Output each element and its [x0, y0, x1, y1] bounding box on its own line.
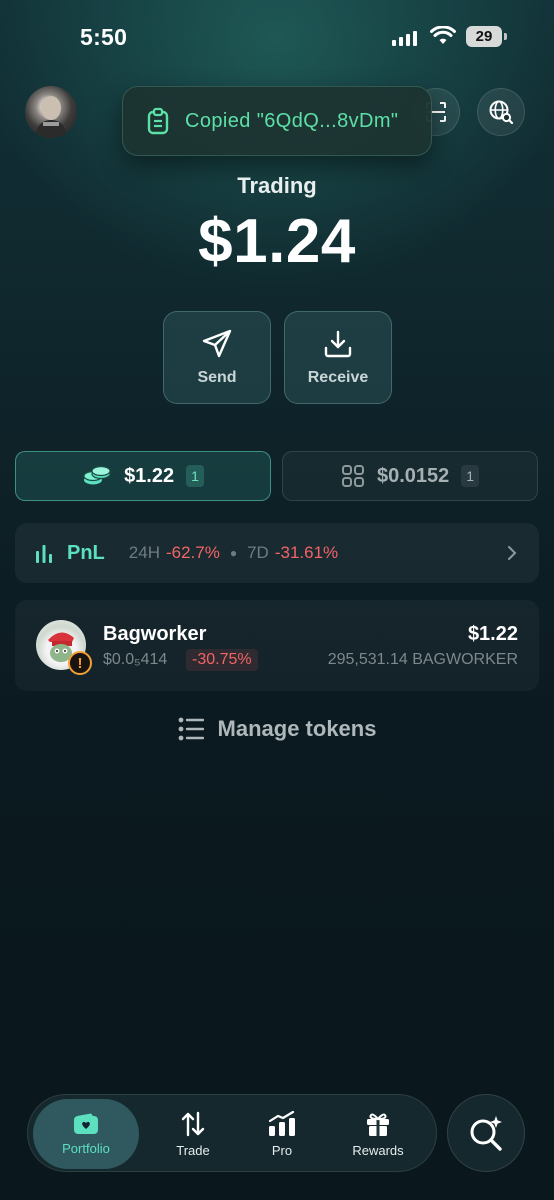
chart-up-icon: [268, 1110, 295, 1136]
tab-tokens[interactable]: $1.22 1: [15, 451, 271, 501]
nav-pro[interactable]: Pro: [242, 1099, 322, 1169]
pnl-row[interactable]: PnL 24H -62.7% ● 7D -31.61%: [15, 523, 539, 583]
globe-search-button[interactable]: [477, 88, 525, 136]
pnl-title: PnL: [67, 541, 105, 564]
pnl-change-7d: -31.61%: [274, 543, 339, 562]
manage-tokens-label: Manage tokens: [217, 716, 377, 741]
nav-pro-label: Pro: [271, 1142, 293, 1158]
clipboard-icon: [147, 107, 169, 135]
swap-arrows-icon: [181, 1111, 205, 1136]
chevron-right-icon: [508, 546, 517, 560]
pnl-period-7d: 7D: [247, 543, 269, 562]
tab-collectibles[interactable]: $0.0152 1: [282, 451, 538, 501]
wallet-icon: [74, 1113, 98, 1134]
avatar[interactable]: [25, 86, 77, 138]
receive-label: Receive: [307, 368, 369, 386]
cellular-signal-icon: [392, 30, 417, 46]
grid-icon: [341, 465, 364, 487]
nav-portfolio-label: Portfolio: [62, 1140, 110, 1156]
status-time: 5:50: [80, 24, 128, 50]
token-amount: 295,531.14 BAGWORKER: [327, 651, 518, 668]
nav-trade[interactable]: Trade: [153, 1099, 233, 1169]
gift-icon: [367, 1113, 389, 1136]
list-item[interactable]: ! Bagworker $0.0₅414 -30.75% $1.22 295,5…: [15, 600, 539, 691]
send-button[interactable]: Send: [163, 311, 271, 404]
pnl-change-24h: -62.7%: [165, 543, 220, 562]
battery-level: 29: [475, 28, 493, 45]
nav-rewards-label: Rewards: [352, 1142, 404, 1158]
token-change: -30.75%: [186, 649, 258, 671]
token-price: $0.0₅414: [103, 651, 168, 668]
nav-portfolio[interactable]: Portfolio: [33, 1099, 139, 1169]
pnl-period-24h: 24H: [128, 543, 160, 562]
nav-rewards[interactable]: Rewards: [338, 1099, 418, 1169]
warning-icon: !: [68, 651, 92, 675]
nav-trade-label: Trade: [176, 1142, 210, 1158]
battery-icon: 29: [466, 26, 507, 47]
copied-toast: Copied "6QdQ...8vDm": [122, 86, 432, 156]
token-name: Bagworker: [103, 623, 207, 645]
send-icon: [202, 329, 232, 357]
wallet-balance: $1.24: [198, 207, 356, 276]
globe-search-icon: [489, 100, 514, 125]
bottom-nav: Portfolio Trade Pro Rewards: [27, 1094, 437, 1172]
bar-chart-icon: [36, 545, 52, 563]
list-icon: [178, 717, 204, 741]
tokens-count-badge: 1: [186, 465, 204, 487]
wallet-label: Trading: [237, 173, 317, 198]
manage-tokens-button[interactable]: Manage tokens: [0, 716, 554, 742]
sparkle-search-icon: [470, 1116, 502, 1151]
avatar-image: [35, 96, 67, 138]
wifi-icon: [430, 26, 456, 44]
receive-button[interactable]: Receive: [284, 311, 392, 404]
collectibles-count-badge: 1: [461, 465, 480, 487]
toast-text: Copied "6QdQ...8vDm": [185, 109, 399, 132]
collectibles-amount: $0.0152: [376, 464, 450, 487]
search-button[interactable]: [447, 1094, 525, 1172]
download-icon: [324, 330, 352, 357]
token-value: $1.22: [467, 623, 518, 645]
tokens-amount: $1.22: [124, 464, 175, 487]
separator-dot: ●: [229, 546, 238, 560]
send-label: Send: [197, 368, 237, 386]
status-bar: 5:50 29: [0, 0, 554, 70]
coins-icon: [83, 465, 111, 485]
